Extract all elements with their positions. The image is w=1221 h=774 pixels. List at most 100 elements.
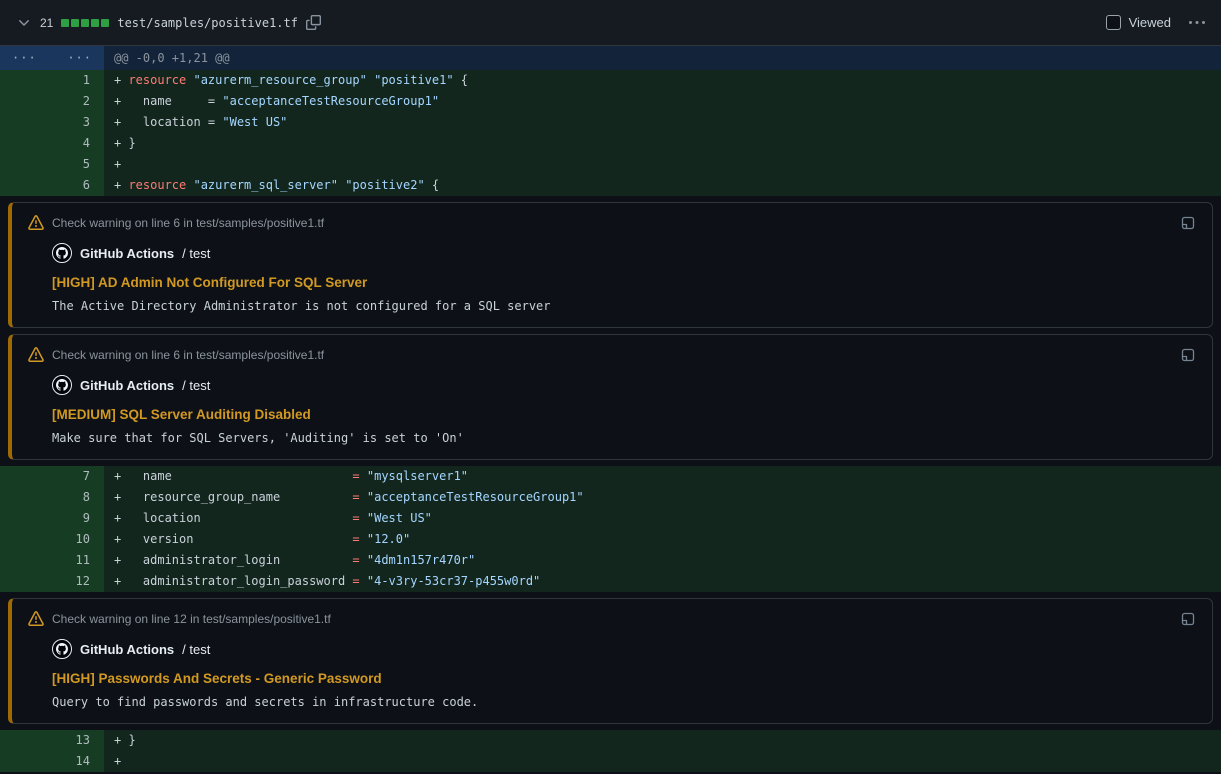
code-token: + location = (114, 115, 222, 129)
check-run-name: / test (182, 642, 210, 657)
code-token: "azurerm_resource_group" "positive1" (193, 73, 453, 87)
diff-line[interactable]: 13 + } (0, 730, 1221, 751)
viewed-control[interactable]: Viewed (1106, 15, 1171, 30)
viewed-checkbox[interactable] (1106, 15, 1121, 30)
check-suite-name[interactable]: GitHub Actions (80, 378, 174, 393)
diff-line[interactable]: 1+ resource "azurerm_resource_group" "po… (0, 70, 1221, 91)
line-number[interactable]: 11 (0, 550, 104, 571)
alert-triangle-icon (28, 347, 44, 363)
code-content: + administrator_login = "4dm1n157r470r" (104, 550, 1221, 571)
hunk-header-text: @@ -0,0 +1,21 @@ (104, 46, 1221, 70)
line-number[interactable]: 13 (0, 730, 104, 751)
code-token: "4dm1n157r470r" (367, 553, 475, 567)
code-token: = (352, 574, 366, 588)
code-content: + resource "azurerm_resource_group" "pos… (104, 70, 1221, 91)
note-icon[interactable] (1180, 347, 1196, 363)
line-number[interactable]: 7 (0, 466, 104, 487)
expand-down-button[interactable]: ··· (67, 52, 92, 64)
line-number[interactable]: 14 (0, 751, 104, 772)
chevron-down-icon (16, 15, 32, 31)
code-token: + location (114, 511, 352, 525)
diff-line[interactable]: 6+ resource "azurerm_sql_server" "positi… (0, 175, 1221, 196)
check-suite-name[interactable]: GitHub Actions (80, 246, 174, 261)
hunk-header-row: ··· ··· @@ -0,0 +1,21 @@ (0, 46, 1221, 70)
line-number[interactable]: 2 (0, 91, 104, 112)
code-token: + (114, 73, 128, 87)
check-suite-row: GitHub Actions / test (52, 639, 1196, 659)
code-token: resource (128, 73, 193, 87)
code-token: + (114, 178, 128, 192)
code-content: + (104, 751, 1221, 772)
line-number[interactable]: 3 (0, 112, 104, 133)
code-token: "West US" (222, 115, 287, 129)
diff-line[interactable]: 3 + location = "West US" (0, 112, 1221, 133)
code-token: + name (114, 469, 352, 483)
check-run-name: / test (182, 246, 210, 261)
note-icon[interactable] (1180, 215, 1196, 231)
diff-line[interactable]: 5+ (0, 154, 1221, 175)
diff-line[interactable]: 9+ location = "West US" (0, 508, 1221, 529)
check-suite-row: GitHub Actions / test (52, 243, 1196, 263)
annotation-header-text: Check warning on line 6 in test/samples/… (52, 348, 1172, 362)
annotation-header: Check warning on line 6 in test/samples/… (28, 215, 1196, 231)
hunk-gutter: ··· ··· (0, 46, 104, 70)
line-number[interactable]: 9 (0, 508, 104, 529)
line-number[interactable]: 4 (0, 133, 104, 154)
diff-line[interactable]: 10+ version = "12.0" (0, 529, 1221, 550)
diff-line[interactable]: 4+ } (0, 133, 1221, 154)
annotation-message: Make sure that for SQL Servers, 'Auditin… (52, 431, 1196, 445)
annotation-header: Check warning on line 6 in test/samples/… (28, 347, 1196, 363)
file-header: 21 test/samples/positive1.tf Viewed (0, 0, 1221, 46)
copy-path-button[interactable] (306, 15, 321, 30)
code-token: + resource_group_name (114, 490, 352, 504)
code-token: { (454, 73, 468, 87)
diff-line[interactable]: 14 + (0, 751, 1221, 772)
annotation-message: Query to find passwords and secrets in i… (52, 695, 1196, 709)
file-options-button[interactable] (1189, 15, 1205, 31)
code-content: + version = "12.0" (104, 529, 1221, 550)
annotation-header-text: Check warning on line 6 in test/samples/… (52, 216, 1172, 230)
diffstat-square (91, 19, 99, 27)
check-suite-row: GitHub Actions / test (52, 375, 1196, 395)
note-icon[interactable] (1180, 611, 1196, 627)
kebab-horizontal-icon (1189, 15, 1205, 31)
annotation-title: [MEDIUM] SQL Server Auditing Disabled (52, 407, 1196, 422)
diff-line[interactable]: 12 + administrator_login_password = "4-v3… (0, 571, 1221, 592)
diff-line[interactable]: 2+ name = "acceptanceTestResourceGroup1" (0, 91, 1221, 112)
code-token: + name = (114, 94, 222, 108)
code-token: resource (128, 178, 193, 192)
code-token: = (352, 511, 366, 525)
diff-line[interactable]: 7+ name = "mysqlserver1" (0, 466, 1221, 487)
code-content: + name = "acceptanceTestResourceGroup1" (104, 91, 1221, 112)
annotation-title: [HIGH] Passwords And Secrets - Generic P… (52, 671, 1196, 686)
diff-body: ······@@ -0,0 +1,21 @@1+ resource "azure… (0, 46, 1221, 772)
code-token: + } (114, 733, 136, 747)
line-number[interactable]: 5 (0, 154, 104, 175)
check-run-name: / test (182, 378, 210, 393)
code-token: "4-v3ry-53cr37-p455w0rd" (367, 574, 540, 588)
line-number[interactable]: 6 (0, 175, 104, 196)
code-token: { (425, 178, 439, 192)
alert-triangle-icon (28, 611, 44, 627)
line-number[interactable]: 12 (0, 571, 104, 592)
code-token: + version (114, 532, 352, 546)
alert-triangle-icon (28, 215, 44, 231)
code-token: = (352, 469, 366, 483)
line-number[interactable]: 1 (0, 70, 104, 91)
check-suite-name[interactable]: GitHub Actions (80, 642, 174, 657)
expand-up-button[interactable]: ··· (12, 52, 37, 64)
code-token: + (114, 754, 121, 768)
annotation-content: GitHub Actions / test [HIGH] Passwords And… (52, 639, 1196, 709)
line-number[interactable]: 10 (0, 529, 104, 550)
check-annotation: Check warning on line 6 in test/samples/… (8, 334, 1213, 460)
line-number[interactable]: 8 (0, 487, 104, 508)
code-token: "acceptanceTestResourceGroup1" (222, 94, 439, 108)
github-mark-icon (52, 243, 72, 263)
collapse-file-button[interactable] (16, 15, 32, 31)
diff-line[interactable]: 11+ administrator_login = "4dm1n157r470r… (0, 550, 1221, 571)
code-token: = (352, 490, 366, 504)
diff-line[interactable]: 8+ resource_group_name = "acceptanceTest… (0, 487, 1221, 508)
code-token: + administrator_login_password (114, 574, 352, 588)
file-name[interactable]: test/samples/positive1.tf (117, 16, 298, 30)
annotation-content: GitHub Actions/ test[HIGH] AD Admin Not … (52, 243, 1196, 313)
